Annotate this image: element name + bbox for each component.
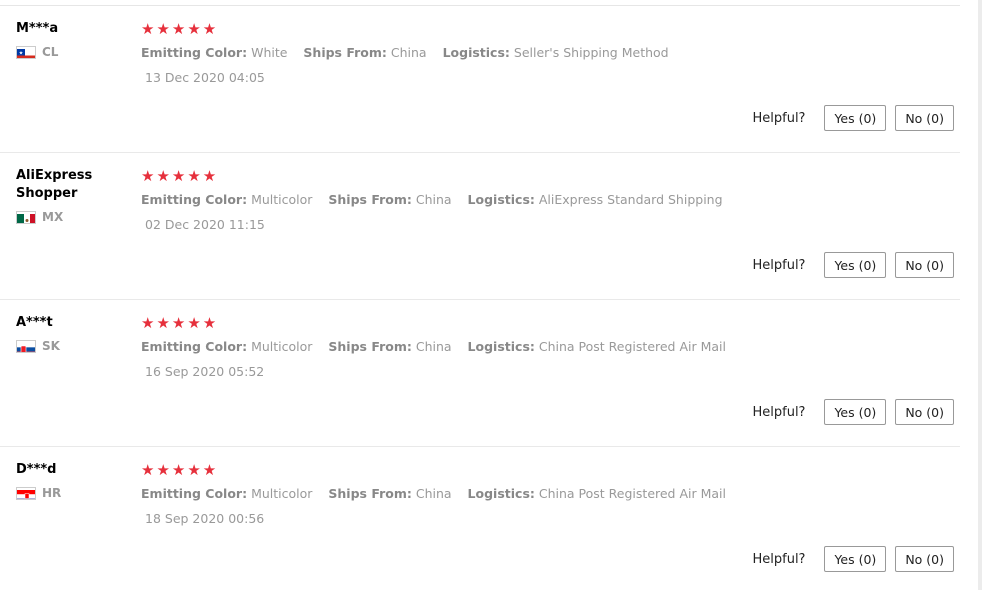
mexico-flag-icon [16, 210, 36, 224]
reviewer-name: M***a [16, 21, 59, 36]
helpful-no-button[interactable]: No (0) [895, 399, 954, 425]
review-content: ★★★★★ Emitting Color: Multicolor Ships F… [141, 314, 941, 380]
helpful-yes-button[interactable]: Yes (0) [824, 252, 887, 278]
scrollbar-track[interactable] [978, 0, 982, 590]
attribute-label: Emitting Color: [141, 45, 248, 60]
helpful-label: Helpful? [752, 110, 806, 126]
attribute-color: Emitting Color: Multicolor [141, 339, 312, 354]
helpful-no-button[interactable]: No (0) [895, 252, 954, 278]
croatia-flag-icon [16, 486, 36, 500]
order-attributes: Emitting Color: White Ships From: China … [141, 45, 941, 61]
attribute-value: China [415, 486, 452, 501]
attribute-value: Seller's Shipping Method [513, 45, 669, 60]
review-content: ★★★★★ Emitting Color: Multicolor Ships F… [141, 461, 941, 527]
helpful-label: Helpful? [752, 257, 806, 273]
country-code: SK [42, 339, 60, 353]
attribute-logistics: Logistics: Seller's Shipping Method [443, 45, 669, 60]
attribute-color: Emitting Color: White [141, 45, 287, 60]
attribute-color: Emitting Color: Multicolor [141, 192, 312, 207]
reviewer-info: D***d HR [16, 461, 126, 500]
attribute-value: Multicolor [251, 486, 313, 501]
order-attributes: Emitting Color: Multicolor Ships From: C… [141, 339, 941, 355]
attribute-ships-from: Ships From: China [328, 192, 451, 207]
helpful-yes-button[interactable]: Yes (0) [824, 105, 887, 131]
chile-flag-icon: ★ [16, 45, 36, 59]
helpful-vote: Helpful? Yes (0) No (0) [752, 399, 954, 425]
helpful-no-button[interactable]: No (0) [895, 546, 954, 572]
attribute-ships-from: Ships From: China [328, 339, 451, 354]
reviewer-country: HR [16, 486, 126, 500]
attribute-label: Logistics: [442, 45, 510, 60]
attribute-logistics: Logistics: China Post Registered Air Mai… [468, 339, 726, 354]
star-rating: ★★★★★ [141, 461, 219, 479]
review-item: A***t SK ★★★★★ Emitting Color: Multicolo… [0, 300, 960, 447]
attribute-value: China Post Registered Air Mail [538, 339, 726, 354]
review-item: M***a ★ CL ★★★★★ Emitting Color: White S… [0, 6, 960, 153]
review-item: AliExpress Shopper MX ★★★★★ Emitting Col… [0, 153, 960, 300]
review-date: 02 Dec 2020 11:15 [145, 217, 265, 232]
review-date: 18 Sep 2020 00:56 [145, 511, 265, 526]
svg-text:★: ★ [19, 50, 24, 56]
review-item: D***d HR ★★★★★ Emitting Color: Multicolo… [0, 447, 960, 594]
attribute-label: Logistics: [467, 339, 535, 354]
attribute-label: Logistics: [467, 192, 535, 207]
star-rating: ★★★★★ [141, 20, 219, 38]
star-rating: ★★★★★ [141, 167, 219, 185]
attribute-label: Emitting Color: [141, 486, 248, 501]
review-content: ★★★★★ Emitting Color: Multicolor Ships F… [141, 167, 941, 233]
helpful-yes-button[interactable]: Yes (0) [824, 546, 887, 572]
country-code: CL [42, 45, 59, 59]
helpful-vote: Helpful? Yes (0) No (0) [752, 252, 954, 278]
star-rating: ★★★★★ [141, 314, 219, 332]
review-date: 13 Dec 2020 04:05 [145, 70, 265, 85]
attribute-label: Ships From: [328, 339, 412, 354]
reviewer-info: M***a ★ CL [16, 20, 126, 59]
attribute-label: Ships From: [303, 45, 387, 60]
helpful-no-button[interactable]: No (0) [895, 105, 954, 131]
attribute-logistics: Logistics: China Post Registered Air Mai… [468, 486, 726, 501]
attribute-color: Emitting Color: Multicolor [141, 486, 312, 501]
attribute-logistics: Logistics: AliExpress Standard Shipping [468, 192, 723, 207]
reviewer-name: A***t [16, 315, 53, 330]
reviewer-country: MX [16, 210, 126, 224]
attribute-value: China [415, 339, 452, 354]
attribute-ships-from: Ships From: China [328, 486, 451, 501]
helpful-label: Helpful? [752, 404, 806, 420]
review-date: 16 Sep 2020 05:52 [145, 364, 265, 379]
helpful-label: Helpful? [752, 551, 806, 567]
attribute-label: Logistics: [467, 486, 535, 501]
order-attributes: Emitting Color: Multicolor Ships From: C… [141, 486, 941, 502]
reviewer-name: AliExpress Shopper [16, 168, 93, 201]
attribute-value: Multicolor [251, 339, 313, 354]
reviewer-country: SK [16, 339, 126, 353]
attribute-value: China [415, 192, 452, 207]
helpful-yes-button[interactable]: Yes (0) [824, 399, 887, 425]
attribute-value: Multicolor [251, 192, 313, 207]
reviewer-name: D***d [16, 462, 57, 477]
attribute-value: AliExpress Standard Shipping [538, 192, 723, 207]
attribute-label: Emitting Color: [141, 339, 248, 354]
country-code: HR [42, 486, 62, 500]
reviewer-info: AliExpress Shopper MX [16, 167, 126, 224]
attribute-value: China [390, 45, 427, 60]
attribute-label: Emitting Color: [141, 192, 248, 207]
slovakia-flag-icon [16, 339, 36, 353]
attribute-label: Ships From: [328, 486, 412, 501]
attribute-value: China Post Registered Air Mail [538, 486, 726, 501]
order-attributes: Emitting Color: Multicolor Ships From: C… [141, 192, 941, 208]
helpful-vote: Helpful? Yes (0) No (0) [752, 105, 954, 131]
attribute-ships-from: Ships From: China [303, 45, 426, 60]
country-code: MX [42, 210, 64, 224]
reviewer-country: ★ CL [16, 45, 126, 59]
reviewer-info: A***t SK [16, 314, 126, 353]
attribute-value: White [251, 45, 288, 60]
helpful-vote: Helpful? Yes (0) No (0) [752, 546, 954, 572]
review-content: ★★★★★ Emitting Color: White Ships From: … [141, 20, 941, 86]
attribute-label: Ships From: [328, 192, 412, 207]
